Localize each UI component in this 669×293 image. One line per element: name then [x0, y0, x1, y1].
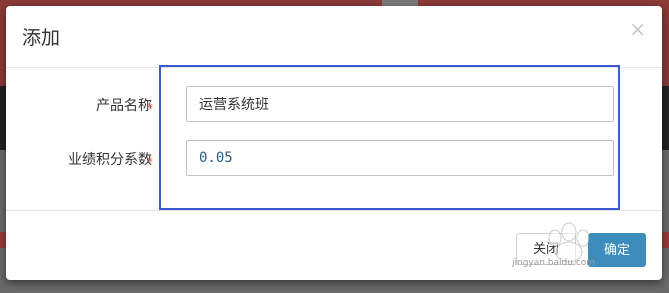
required-mark: * — [147, 155, 153, 169]
coefficient-label: 业绩积分系数 — [68, 152, 152, 168]
dialog-title: 添加 — [22, 27, 61, 49]
coefficient-input[interactable] — [186, 140, 614, 176]
product-name-label: 产品名称 — [96, 98, 152, 114]
close-icon[interactable]: × — [629, 19, 646, 39]
form-row-product-name: 产品名称 * — [6, 86, 662, 126]
dialog-header: 添加 × — [6, 6, 662, 68]
confirm-button[interactable]: 确定 — [588, 233, 646, 267]
dialog-footer: 关闭 确定 — [6, 210, 662, 281]
add-dialog: 添加 × 产品名称 * 业绩积分系数 * 关闭 确定 — [6, 6, 662, 280]
product-name-input[interactable] — [186, 86, 614, 122]
form-row-coefficient: 业绩积分系数 * — [6, 140, 662, 180]
close-button[interactable]: 关闭 — [516, 233, 576, 265]
required-mark: * — [147, 101, 153, 115]
